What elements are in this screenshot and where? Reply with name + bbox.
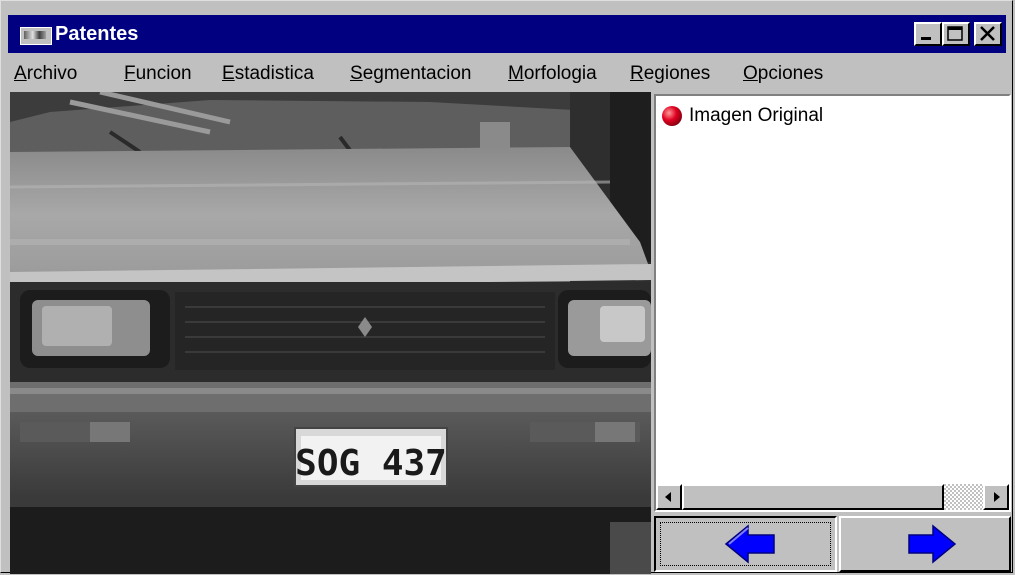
window-title: Patentes — [55, 23, 139, 45]
right-arrow-icon — [908, 524, 957, 564]
app-icon[interactable] — [20, 27, 52, 45]
menu-regiones[interactable]: Regiones — [630, 63, 710, 85]
maximize-icon — [947, 26, 963, 41]
close-button[interactable] — [974, 22, 1002, 46]
menu-segmentacion[interactable]: Segmentacion — [350, 63, 471, 85]
scroll-track[interactable] — [944, 484, 983, 510]
menu-funcion[interactable]: Funcion — [124, 63, 192, 85]
focus-indicator — [660, 522, 831, 566]
menu-estadistica[interactable]: Estadistica — [222, 63, 314, 85]
scroll-left-button[interactable] — [656, 484, 682, 510]
menu-morfologia[interactable]: Morfologia — [508, 63, 597, 85]
menu-opciones[interactable]: Opciones — [743, 63, 823, 85]
car-photo: SOG 437 — [10, 92, 651, 574]
red-sphere-icon — [662, 106, 682, 126]
title-bar[interactable]: Patentes — [8, 15, 1006, 53]
results-list[interactable]: Imagen Original — [654, 94, 1011, 512]
menu-archivo[interactable]: Archivo — [14, 63, 77, 85]
license-plate-text: SOG 437 — [295, 443, 447, 484]
scroll-left-icon — [665, 492, 671, 502]
scroll-right-icon — [994, 492, 1000, 502]
scroll-right-button[interactable] — [983, 484, 1009, 510]
menu-bar: Archivo Funcion Estadistica Segmentacion… — [8, 57, 1006, 91]
image-view[interactable]: SOG 437 — [10, 92, 651, 574]
close-icon — [980, 26, 995, 41]
scroll-thumb[interactable] — [682, 484, 944, 510]
minimize-button[interactable] — [914, 22, 942, 46]
back-button[interactable] — [654, 516, 837, 572]
horizontal-scrollbar[interactable] — [656, 484, 1009, 510]
minimize-icon — [921, 37, 931, 40]
app-window: Patentes Archivo Funcion Estadistica Seg… — [0, 0, 1013, 574]
list-item-label: Imagen Original — [689, 105, 824, 126]
maximize-button[interactable] — [942, 22, 970, 46]
forward-button[interactable] — [839, 516, 1011, 572]
